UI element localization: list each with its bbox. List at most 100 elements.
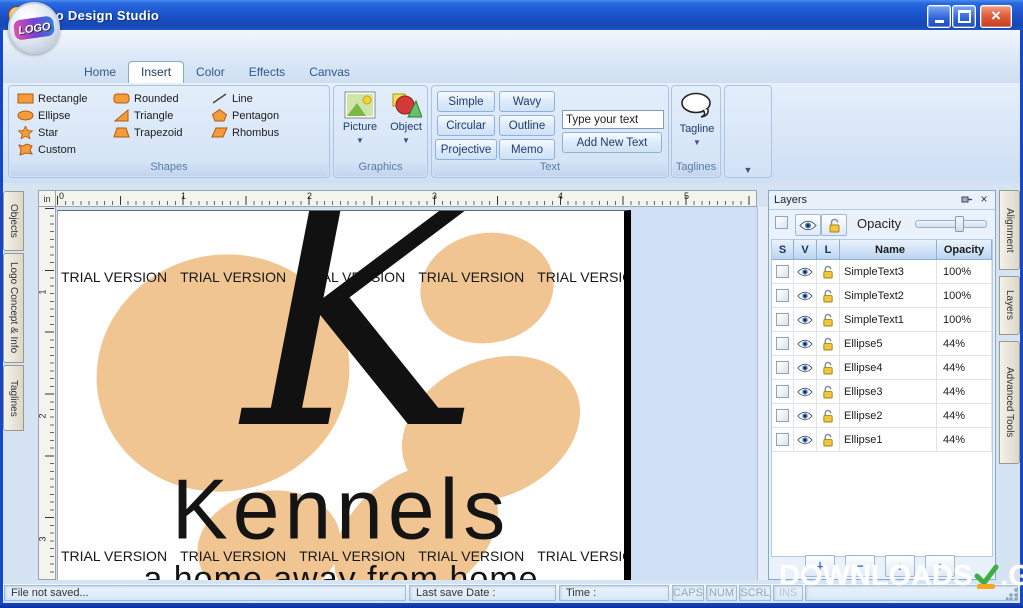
lock-icon[interactable]: [822, 409, 834, 423]
canvas-page[interactable]: TRIAL VERSION TRIAL VERSION TRIAL VERSION T…: [57, 210, 631, 580]
taglines-group: Tagline ▼ Taglines: [671, 85, 721, 178]
eye-icon[interactable]: [797, 411, 813, 421]
eye-icon[interactable]: [797, 267, 813, 277]
canvas-viewport[interactable]: TRIAL VERSION TRIAL VERSION TRIAL VERSION T…: [56, 207, 768, 580]
eye-icon[interactable]: [797, 363, 813, 373]
layer-select-checkbox[interactable]: [776, 409, 789, 422]
tab-canvas[interactable]: Canvas: [297, 62, 362, 83]
tab-color[interactable]: Color: [184, 62, 237, 83]
text-wavy-button[interactable]: Wavy: [499, 91, 555, 112]
layer-select-checkbox[interactable]: [776, 337, 789, 350]
logo-letter-text[interactable]: K: [206, 211, 516, 474]
layer-select-checkbox[interactable]: [776, 289, 789, 302]
eye-icon[interactable]: [797, 291, 813, 301]
panel-close-icon[interactable]: ×: [978, 192, 990, 206]
canvas-scrollbar[interactable]: [757, 207, 768, 580]
insert-rectangle[interactable]: Rectangle: [17, 91, 88, 106]
layer-row[interactable]: Ellipse3 44%: [772, 380, 992, 404]
eye-icon: [799, 220, 817, 230]
opacity-slider-thumb[interactable]: [954, 216, 964, 232]
maximize-button[interactable]: [952, 5, 976, 28]
insert-picture-button[interactable]: Picture ▼: [340, 90, 380, 164]
panel-tab-alignment[interactable]: Alignment: [999, 190, 1020, 270]
dropdown-arrow-icon: ▼: [693, 138, 701, 147]
layer-select-checkbox[interactable]: [776, 313, 789, 326]
insert-custom[interactable]: Custom: [17, 142, 76, 157]
close-button[interactable]: [980, 5, 1012, 28]
sidebar-tab-taglines[interactable]: Taglines: [3, 365, 24, 431]
layer-opacity: 44%: [937, 404, 992, 428]
tab-home[interactable]: Home: [72, 62, 128, 83]
layer-name[interactable]: SimpleText2: [840, 284, 937, 308]
insert-rhombus[interactable]: Rhombus: [211, 125, 279, 140]
logo-name-text[interactable]: Kennels: [101, 460, 581, 559]
eye-icon[interactable]: [797, 435, 813, 445]
eye-icon[interactable]: [797, 339, 813, 349]
text-outline-button[interactable]: Outline: [499, 115, 555, 136]
layer-row[interactable]: Ellipse2 44%: [772, 404, 992, 428]
shapes-group-label: Shapes: [10, 161, 328, 176]
layer-name[interactable]: Ellipse5: [840, 332, 937, 356]
lock-icon[interactable]: [822, 337, 834, 351]
layer-select-checkbox[interactable]: [776, 361, 789, 374]
insert-pentagon[interactable]: Pentagon: [211, 108, 279, 123]
select-all-checkbox[interactable]: [775, 216, 788, 229]
add-new-text-button[interactable]: Add New Text: [562, 132, 662, 153]
insert-rounded[interactable]: Rounded: [113, 91, 179, 106]
panel-tab-layers[interactable]: Layers: [999, 276, 1020, 335]
tab-insert[interactable]: Insert: [128, 61, 185, 83]
text-entry-input[interactable]: [562, 110, 664, 129]
logo-tagline-text[interactable]: a home away from home: [101, 560, 581, 580]
lock-icon[interactable]: [822, 313, 834, 327]
layer-opacity: 100%: [937, 260, 992, 284]
text-circular-button[interactable]: Circular: [437, 115, 495, 136]
insert-triangle[interactable]: Triangle: [113, 108, 173, 123]
layer-name[interactable]: Ellipse4: [840, 356, 937, 380]
insert-line[interactable]: Line: [211, 91, 253, 106]
ribbon-overflow-group[interactable]: ▼: [724, 85, 772, 178]
layer-row[interactable]: SimpleText2 100%: [772, 284, 992, 308]
tagline-button[interactable]: Tagline ▼: [677, 90, 717, 164]
layers-table-header: S V L Name Opacity: [772, 240, 992, 260]
insert-star[interactable]: Star: [17, 125, 58, 140]
app-logo-button[interactable]: LOGO: [8, 2, 60, 54]
minimize-button[interactable]: [927, 5, 951, 28]
layer-select-checkbox[interactable]: [776, 385, 789, 398]
lock-icon[interactable]: [822, 385, 834, 399]
layer-row[interactable]: SimpleText3 100%: [772, 260, 992, 284]
layer-row[interactable]: Ellipse4 44%: [772, 356, 992, 380]
layer-name[interactable]: Ellipse1: [840, 428, 937, 452]
panel-tab-advanced-tools[interactable]: Advanced Tools: [999, 341, 1020, 464]
text-projective-button[interactable]: Projective: [435, 139, 497, 160]
layers-panel-header: Layers ×: [769, 191, 995, 210]
visibility-toggle-button[interactable]: [795, 214, 821, 236]
lock-icon[interactable]: [822, 265, 834, 279]
tab-effects[interactable]: Effects: [237, 62, 297, 83]
pin-icon[interactable]: [961, 194, 973, 206]
layer-row[interactable]: Ellipse1 44%: [772, 428, 992, 452]
lock-icon[interactable]: [822, 433, 834, 447]
eye-icon[interactable]: [797, 387, 813, 397]
text-simple-button[interactable]: Simple: [437, 91, 495, 112]
layer-row[interactable]: SimpleText1 100%: [772, 308, 992, 332]
lock-toggle-button[interactable]: [821, 214, 847, 236]
lock-icon[interactable]: [822, 361, 834, 375]
layer-name[interactable]: SimpleText1: [840, 308, 937, 332]
rhombus-shape-icon: [211, 127, 228, 138]
layer-select-checkbox[interactable]: [776, 265, 789, 278]
eye-icon[interactable]: [797, 315, 813, 325]
lock-icon[interactable]: [822, 289, 834, 303]
ruler-unit-label: in: [38, 190, 56, 207]
text-memo-button[interactable]: Memo: [499, 139, 555, 160]
layer-name[interactable]: Ellipse2: [840, 404, 937, 428]
sidebar-tab-objects[interactable]: Objects: [3, 191, 24, 251]
layer-select-checkbox[interactable]: [776, 433, 789, 446]
sidebar-tab-logo-concept[interactable]: Logo Concept & Info: [3, 253, 24, 363]
layer-name[interactable]: SimpleText3: [840, 260, 937, 284]
opacity-slider[interactable]: [915, 216, 987, 232]
insert-ellipse[interactable]: Ellipse: [17, 108, 70, 123]
insert-object-button[interactable]: Object ▼: [386, 90, 426, 164]
insert-trapezoid[interactable]: Trapezoid: [113, 125, 183, 140]
layer-name[interactable]: Ellipse3: [840, 380, 937, 404]
layer-row[interactable]: Ellipse5 44%: [772, 332, 992, 356]
